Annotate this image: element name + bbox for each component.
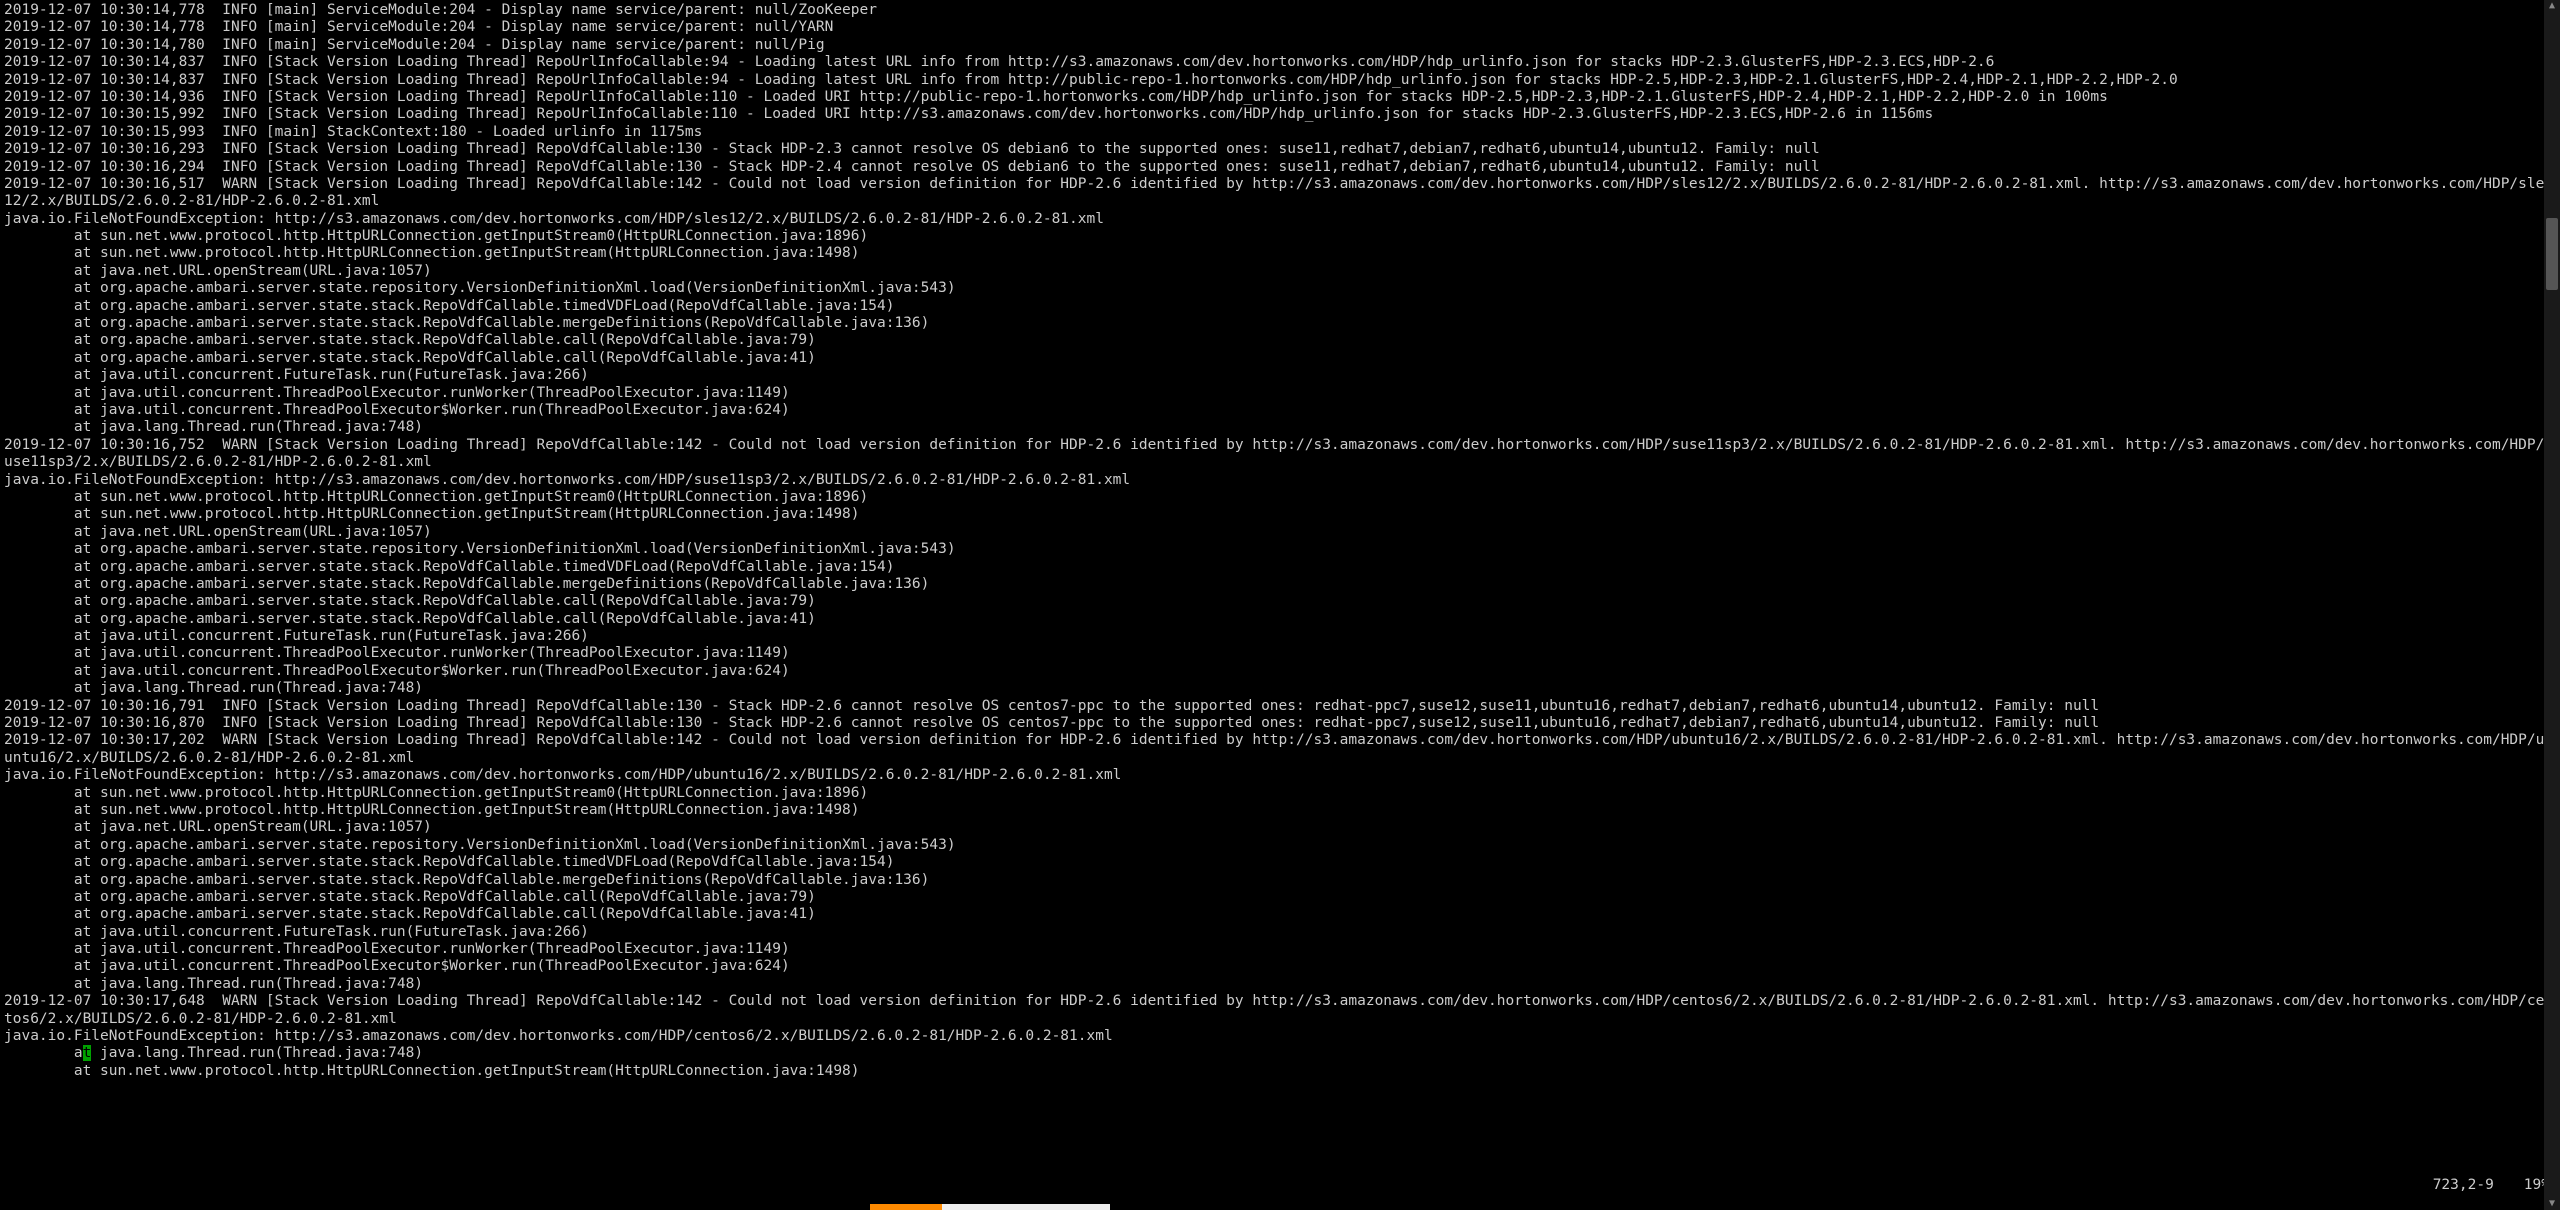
log-line: at org.apache.ambari.server.state.stack.… bbox=[4, 298, 2556, 315]
log-line: at sun.net.www.protocol.http.HttpURLConn… bbox=[4, 506, 2556, 523]
log-line: at sun.net.www.protocol.http.HttpURLConn… bbox=[4, 1063, 2556, 1080]
log-line: at java.util.concurrent.ThreadPoolExecut… bbox=[4, 402, 2556, 419]
log-line: at org.apache.ambari.server.state.stack.… bbox=[4, 872, 2556, 889]
log-line: at org.apache.ambari.server.state.stack.… bbox=[4, 559, 2556, 576]
log-line: at java.util.concurrent.ThreadPoolExecut… bbox=[4, 941, 2556, 958]
log-line: 2019-12-07 10:30:14,780 INFO [main] Serv… bbox=[4, 37, 2556, 54]
log-line: at org.apache.ambari.server.state.stack.… bbox=[4, 854, 2556, 871]
scroll-up-icon[interactable]: ▲ bbox=[2546, 0, 2558, 12]
log-line: at java.lang.Thread.run(Thread.java:748) bbox=[4, 419, 2556, 436]
scroll-down-icon[interactable]: ▼ bbox=[2546, 1198, 2558, 1210]
log-line: at java.util.concurrent.ThreadPoolExecut… bbox=[4, 663, 2556, 680]
log-line: at org.apache.ambari.server.state.stack.… bbox=[4, 576, 2556, 593]
log-line: at sun.net.www.protocol.http.HttpURLConn… bbox=[4, 785, 2556, 802]
log-line: at org.apache.ambari.server.state.stack.… bbox=[4, 350, 2556, 367]
log-line: at java.util.concurrent.FutureTask.run(F… bbox=[4, 367, 2556, 384]
log-line: at java.net.URL.openStream(URL.java:1057… bbox=[4, 524, 2556, 541]
log-line: 2019-12-07 10:30:16,294 INFO [Stack Vers… bbox=[4, 159, 2556, 176]
log-line: at java.util.concurrent.ThreadPoolExecut… bbox=[4, 645, 2556, 662]
scrollbar-thumb[interactable] bbox=[2546, 218, 2558, 291]
log-line: 2019-12-07 10:30:14,778 INFO [main] Serv… bbox=[4, 2, 2556, 19]
log-line: at java.lang.Thread.run(Thread.java:748) bbox=[4, 976, 2556, 993]
log-line: at sun.net.www.protocol.http.HttpURLConn… bbox=[4, 489, 2556, 506]
log-line: 2019-12-07 10:30:16,791 INFO [Stack Vers… bbox=[4, 698, 2556, 715]
log-line: at java.lang.Thread.run(Thread.java:748) bbox=[4, 680, 2556, 697]
log-line: 2019-12-07 10:30:15,992 INFO [Stack Vers… bbox=[4, 106, 2556, 123]
terminal-viewport[interactable]: 2019-12-07 10:30:14,778 INFO [main] Serv… bbox=[0, 0, 2560, 1210]
log-line: 2019-12-07 10:30:15,993 INFO [main] Stac… bbox=[4, 124, 2556, 141]
log-line: at sun.net.www.protocol.http.HttpURLConn… bbox=[4, 228, 2556, 245]
log-line: 2019-12-07 10:30:17,648 WARN [Stack Vers… bbox=[4, 993, 2556, 1028]
log-line: 2019-12-07 10:30:17,202 WARN [Stack Vers… bbox=[4, 732, 2556, 767]
log-line: java.io.FileNotFoundException: http://s3… bbox=[4, 472, 2556, 489]
log-line: at java.util.concurrent.ThreadPoolExecut… bbox=[4, 958, 2556, 975]
log-line: at org.apache.ambari.server.state.stack.… bbox=[4, 593, 2556, 610]
log-line: 2019-12-07 10:30:14,837 INFO [Stack Vers… bbox=[4, 54, 2556, 71]
log-line: at org.apache.ambari.server.state.stack.… bbox=[4, 315, 2556, 332]
log-line: 2019-12-07 10:30:14,936 INFO [Stack Vers… bbox=[4, 89, 2556, 106]
log-line: at org.apache.ambari.server.state.stack.… bbox=[4, 906, 2556, 923]
text-cursor: t bbox=[83, 1045, 92, 1061]
log-line: at sun.net.www.protocol.http.HttpURLConn… bbox=[4, 802, 2556, 819]
log-line: at org.apache.ambari.server.state.reposi… bbox=[4, 280, 2556, 297]
log-line: 2019-12-07 10:30:14,837 INFO [Stack Vers… bbox=[4, 72, 2556, 89]
log-line: at org.apache.ambari.server.state.stack.… bbox=[4, 332, 2556, 349]
log-line: at sun.net.www.protocol.http.HttpURLConn… bbox=[4, 245, 2556, 262]
log-line: at java.util.concurrent.FutureTask.run(F… bbox=[4, 628, 2556, 645]
log-line: at org.apache.ambari.server.state.stack.… bbox=[4, 611, 2556, 628]
log-line: at java.net.URL.openStream(URL.java:1057… bbox=[4, 263, 2556, 280]
log-line: at org.apache.ambari.server.state.reposi… bbox=[4, 541, 2556, 558]
log-line: at org.apache.ambari.server.state.stack.… bbox=[4, 889, 2556, 906]
log-line: 2019-12-07 10:30:16,517 WARN [Stack Vers… bbox=[4, 176, 2556, 211]
log-line: 2019-12-07 10:30:14,778 INFO [main] Serv… bbox=[4, 19, 2556, 36]
log-line: 2019-12-07 10:30:16,293 INFO [Stack Vers… bbox=[4, 141, 2556, 158]
log-line: at java.lang.Thread.run(Thread.java:748) bbox=[4, 1045, 2556, 1062]
log-output[interactable]: 2019-12-07 10:30:14,778 INFO [main] Serv… bbox=[0, 0, 2560, 1080]
log-line: 2019-12-07 10:30:16,870 INFO [Stack Vers… bbox=[4, 715, 2556, 732]
log-line: at java.util.concurrent.ThreadPoolExecut… bbox=[4, 385, 2556, 402]
log-line: 2019-12-07 10:30:16,752 WARN [Stack Vers… bbox=[4, 437, 2556, 472]
taskbar-peek bbox=[870, 1204, 1110, 1210]
vertical-scrollbar[interactable]: ▲ ▼ bbox=[2544, 0, 2560, 1210]
cursor-position: 723,2-9 bbox=[2433, 1177, 2494, 1194]
log-line: at java.util.concurrent.FutureTask.run(F… bbox=[4, 924, 2556, 941]
vim-status-bar: 723,2-9 19% bbox=[2334, 1177, 2554, 1194]
log-line: java.io.FileNotFoundException: http://s3… bbox=[4, 211, 2556, 228]
log-line: at org.apache.ambari.server.state.reposi… bbox=[4, 837, 2556, 854]
log-line: java.io.FileNotFoundException: http://s3… bbox=[4, 1028, 2556, 1045]
log-line: at java.net.URL.openStream(URL.java:1057… bbox=[4, 819, 2556, 836]
log-line: java.io.FileNotFoundException: http://s3… bbox=[4, 767, 2556, 784]
